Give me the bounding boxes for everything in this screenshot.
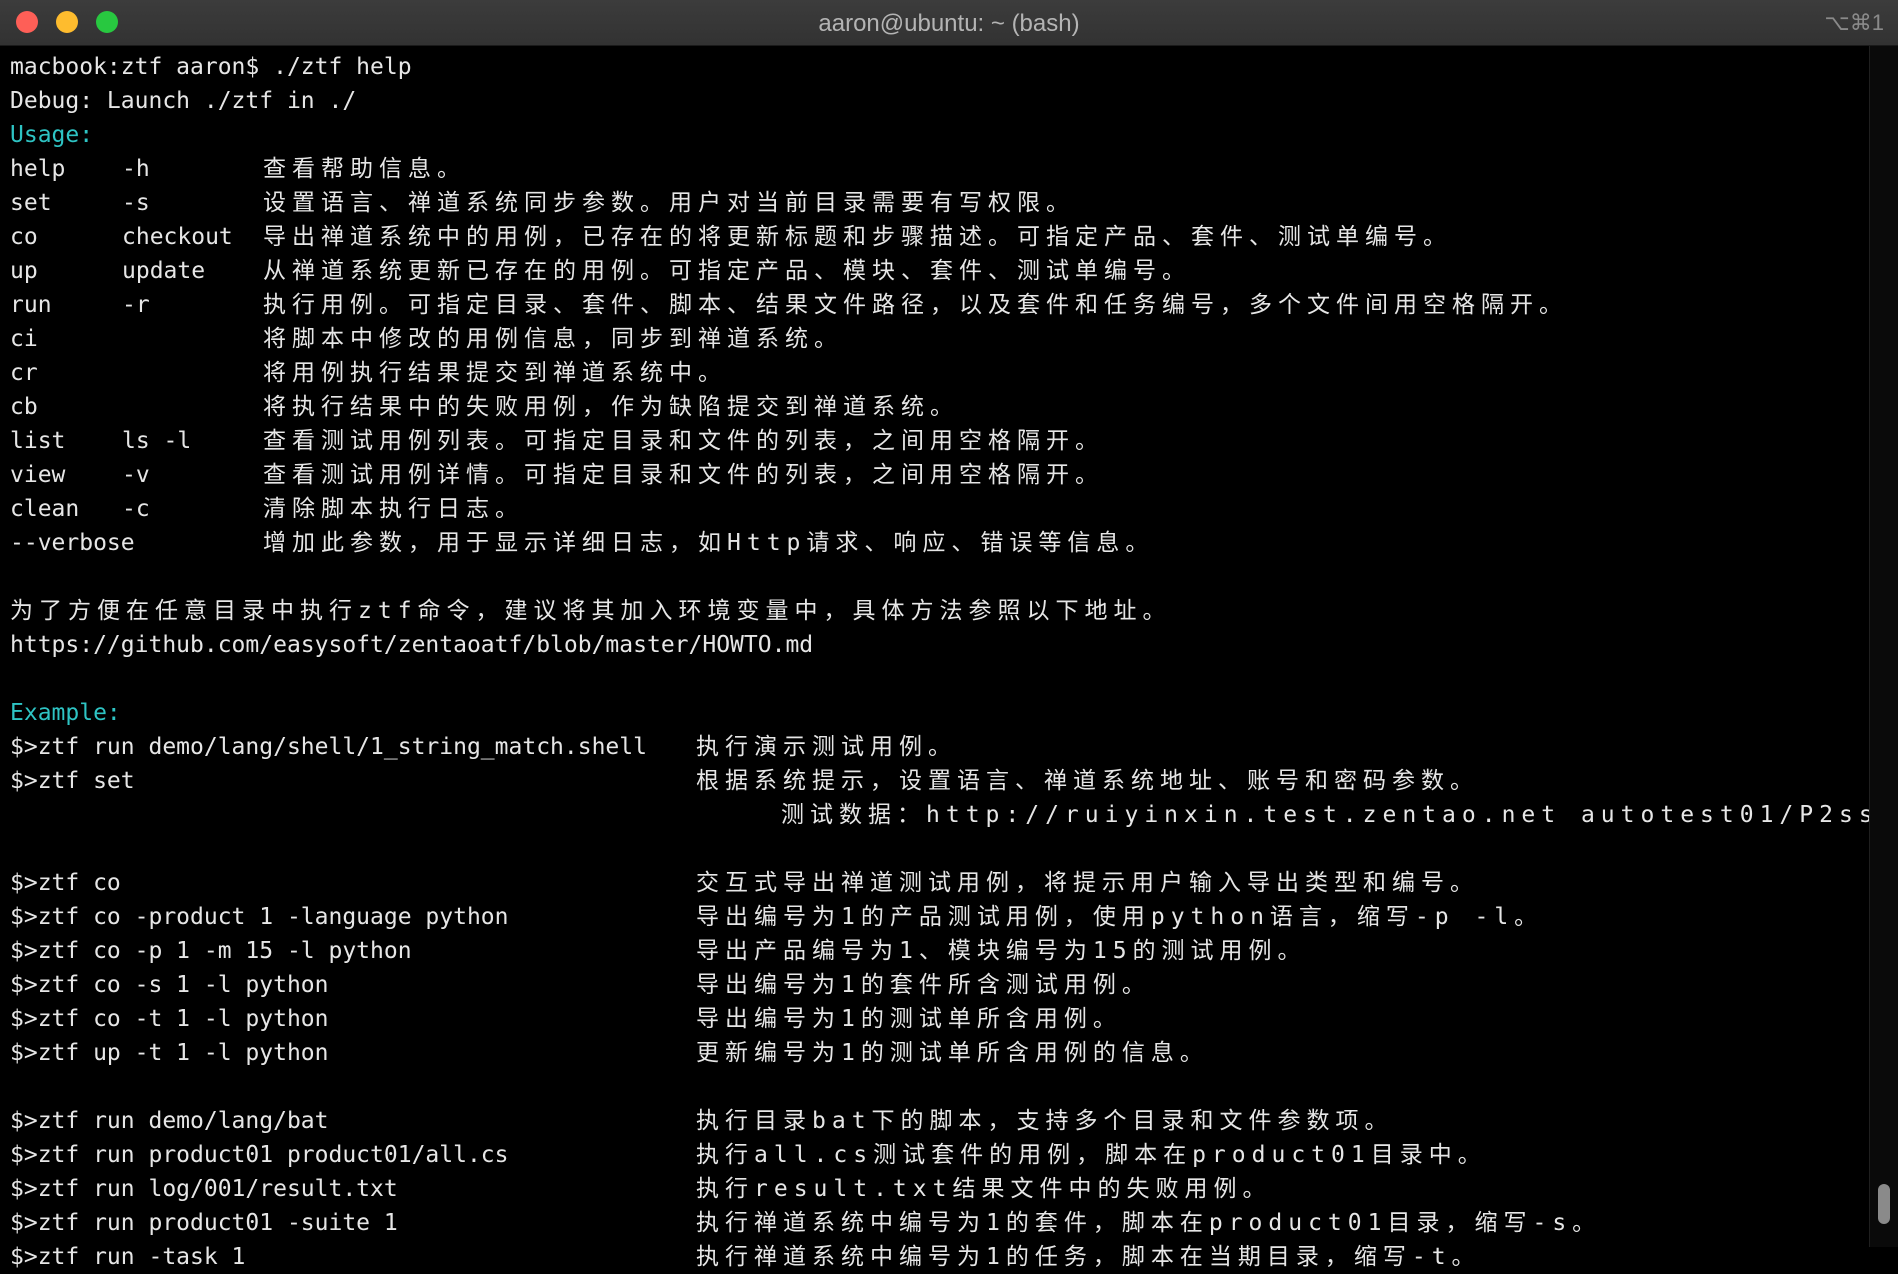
command-description: 将执行结果中的失败用例，作为缺陷提交到禅道系统。: [263, 394, 959, 420]
example-command: $>ztf co -product 1 -language python: [10, 904, 509, 930]
example-description: 交互式导出禅道测试用例，将提示用户输入导出类型和编号。: [696, 870, 1479, 896]
command-name: run: [10, 292, 52, 318]
command-alias: checkout: [122, 224, 233, 250]
example-command: $>ztf up -t 1 -l python: [10, 1040, 329, 1066]
example-description: 导出编号为1的套件所含测试用例。: [696, 972, 1151, 998]
command-alias: -r: [122, 292, 150, 318]
example-description: 导出产品编号为1、模块编号为15的测试用例。: [696, 938, 1307, 964]
command-name: up: [10, 258, 38, 284]
command-alias: -s: [122, 190, 150, 216]
example-command: $>ztf run product01 -suite 1: [10, 1210, 398, 1236]
scrollbar[interactable]: [1869, 46, 1898, 1247]
example-description: 执行目录bat下的脚本，支持多个目录和文件参数项。: [696, 1108, 1394, 1134]
command-description: 增加此参数，用于显示详细日志，如Http请求、响应、错误等信息。: [263, 530, 1155, 556]
example-description: 测试数据：http://ruiyinxin.test.zentao.net au…: [781, 802, 1898, 828]
command-alias: update: [122, 258, 206, 284]
command-alias: ls -l: [122, 428, 192, 454]
example-description: 执行禅道系统中编号为1的任务，脚本在当期目录，缩写-t。: [696, 1244, 1481, 1270]
usage-label: Usage:: [10, 122, 94, 148]
command-prompt: macbook:ztf aaron$ ./ztf help: [10, 54, 412, 80]
command-alias: -h: [122, 156, 150, 182]
command-alias: -c: [122, 496, 150, 522]
command-name: co: [10, 224, 38, 250]
command-description: 将脚本中修改的用例信息，同步到禅道系统。: [263, 326, 843, 352]
path-note: 为了方便在任意目录中执行ztf命令，建议将其加入环境变量中，具体方法参照以下地址…: [10, 598, 1172, 624]
example-command: $>ztf run log/001/result.txt: [10, 1176, 398, 1202]
example-description: 执行result.txt结果文件中的失败用例。: [696, 1176, 1272, 1202]
command-name: clean: [10, 496, 80, 522]
command-description: 导出禅道系统中的用例，已存在的将更新标题和步骤描述。可指定产品、套件、测试单编号…: [263, 224, 1452, 250]
example-description: 导出编号为1的产品测试用例，使用python语言，缩写-p -l。: [696, 904, 1544, 930]
example-command: $>ztf co: [10, 870, 121, 896]
example-command: $>ztf run -task 1: [10, 1244, 246, 1270]
example-command: $>ztf set: [10, 768, 135, 794]
command-name: cb: [10, 394, 38, 420]
command-description: 执行用例。可指定目录、套件、脚本、结果文件路径，以及套件和任务编号，多个文件间用…: [263, 292, 1568, 318]
example-description: 执行演示测试用例。: [696, 734, 957, 760]
example-command: $>ztf run product01 product01/all.cs: [10, 1142, 509, 1168]
scrollbar-thumb[interactable]: [1878, 1184, 1890, 1224]
command-name: cr: [10, 360, 38, 386]
terminal-output[interactable]: macbook:ztf aaron$ ./ztf help Debug: Laun…: [0, 46, 1898, 1270]
example-command: $>ztf co -s 1 -l python: [10, 972, 329, 998]
window-title: aaron@ubuntu: ~ (bash): [818, 10, 1080, 37]
howto-url: https://github.com/easysoft/zentaoatf/bl…: [10, 632, 814, 658]
command-description: 从禅道系统更新已存在的用例。可指定产品、模块、套件、测试单编号。: [263, 258, 1191, 284]
example-label: Example:: [10, 700, 121, 726]
command-description: 清除脚本执行日志。: [263, 496, 524, 522]
command-description: 设置语言、禅道系统同步参数。用户对当前目录需要有写权限。: [263, 190, 1075, 216]
command-description: 查看帮助信息。: [263, 156, 466, 182]
example-description: 导出编号为1的测试单所含用例。: [696, 1006, 1122, 1032]
example-command: $>ztf co -p 1 -m 15 -l python: [10, 938, 412, 964]
example-description: 更新编号为1的测试单所含用例的信息。: [696, 1040, 1209, 1066]
command-name: list: [10, 428, 66, 454]
command-name: help: [10, 156, 66, 182]
example-description: 执行all.cs测试套件的用例，脚本在product01目录中。: [696, 1142, 1487, 1168]
example-command: $>ztf run demo/lang/bat: [10, 1108, 329, 1134]
command-name: ci: [10, 326, 38, 352]
window-shortcut: ⌥⌘1: [1824, 10, 1884, 35]
example-description: 根据系统提示，设置语言、禅道系统地址、账号和密码参数。: [696, 768, 1479, 794]
example-command: $>ztf co -t 1 -l python: [10, 1006, 329, 1032]
example-command: $>ztf run demo/lang/shell/1_string_match…: [10, 734, 647, 760]
command-name: view: [10, 462, 66, 488]
title-bar: aaron@ubuntu: ~ (bash) ⌥⌘1: [0, 0, 1898, 46]
debug-message: Debug: Launch ./ztf in ./: [10, 88, 357, 114]
command-name: --verbose: [10, 530, 135, 556]
command-alias: -v: [122, 462, 150, 488]
command-description: 查看测试用例列表。可指定目录和文件的列表，之间用空格隔开。: [263, 428, 1104, 454]
command-name: set: [10, 190, 52, 216]
example-description: 执行禅道系统中编号为1的套件，脚本在product01目录，缩写-s。: [696, 1210, 1602, 1236]
command-description: 将用例执行结果提交到禅道系统中。: [263, 360, 727, 386]
command-description: 查看测试用例详情。可指定目录和文件的列表，之间用空格隔开。: [263, 462, 1104, 488]
